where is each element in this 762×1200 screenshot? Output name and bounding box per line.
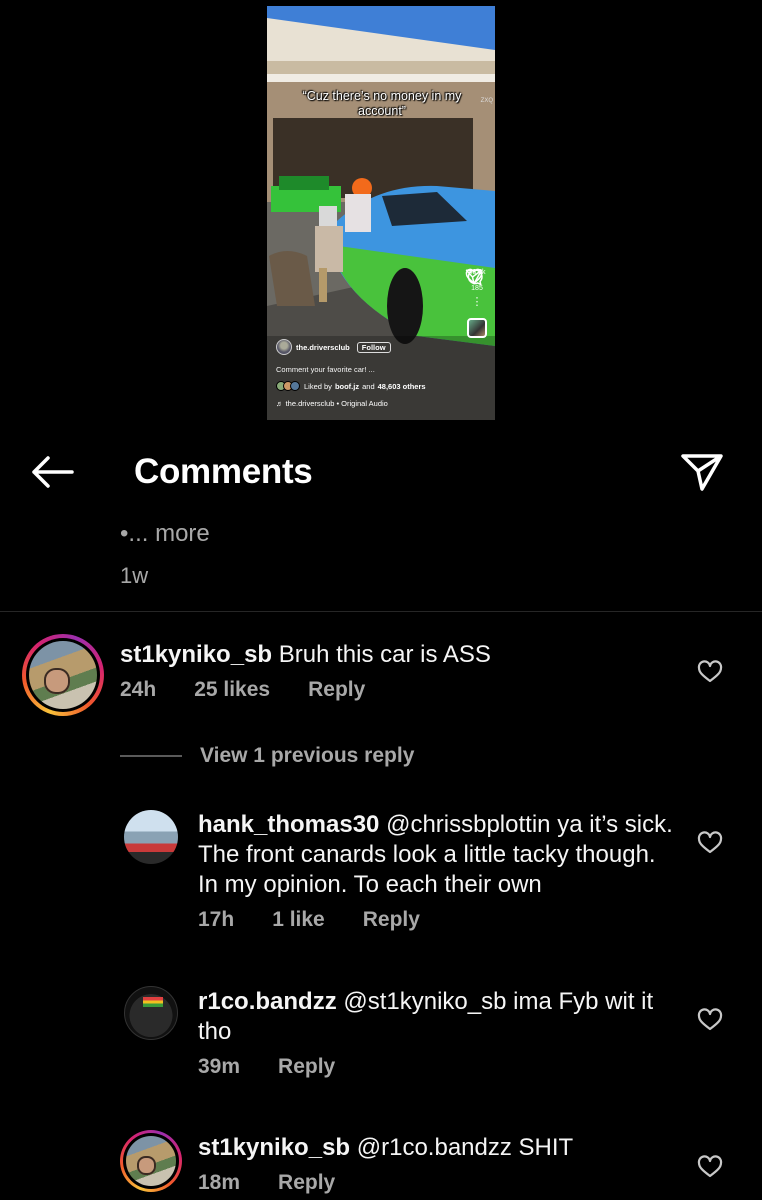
caption-more-link[interactable]: •... more — [120, 520, 210, 548]
music-note-icon: ♬ — [276, 399, 286, 408]
reply-username[interactable]: st1kyniko_sb — [198, 1134, 350, 1161]
reply-meta: 39m Reply — [198, 1055, 678, 1079]
reply-body: r1co.bandzz @st1kyniko_sb ima Fyb wit it… — [198, 987, 678, 1047]
reply-text: SHIT — [518, 1134, 574, 1161]
reply-username[interactable]: r1co.bandzz — [198, 988, 337, 1015]
video-audio-thumbnail[interactable] — [467, 318, 487, 338]
reply-item: hank_thomas30 @chrissbplottin ya it’s si… — [198, 810, 678, 932]
heart-icon[interactable] — [697, 1155, 723, 1179]
flag-icon — [143, 997, 163, 1007]
reply-meta: 17h 1 like Reply — [198, 908, 678, 932]
liked-by-mid: and — [362, 381, 375, 391]
reply-age: 39m — [198, 1055, 241, 1078]
liked-by-count[interactable]: 48,603 others — [378, 382, 426, 391]
reply-text: ya it’s — [557, 811, 619, 838]
reply-mention[interactable]: @chrissbplottin — [386, 811, 550, 838]
avatar[interactable] — [22, 634, 104, 716]
video-author-avatar[interactable] — [276, 339, 292, 355]
reply-button[interactable]: Reply — [278, 1055, 335, 1079]
comment-item: st1kyniko_sb Bruh this car is ASS 24h 25… — [120, 640, 680, 702]
avatar[interactable] — [124, 810, 178, 864]
video-watermark: ZXQ — [480, 98, 493, 104]
comment-text: Bruh this car is ASS — [278, 641, 491, 668]
liked-by-prefix: Liked by — [304, 381, 332, 391]
divider — [0, 611, 762, 612]
video-caption: “Cuz there’s no money in my account” — [302, 89, 462, 118]
comment-body: st1kyniko_sb Bruh this car is ASS — [120, 640, 680, 670]
video-share-icon[interactable] — [465, 268, 483, 286]
reply-button[interactable]: Reply — [363, 908, 420, 932]
reply-meta: 18m Reply — [198, 1171, 678, 1195]
reply-thread-line — [120, 755, 182, 757]
reply-likes[interactable]: 1 like — [272, 908, 325, 932]
avatar[interactable] — [120, 1130, 182, 1192]
video-liked-by[interactable]: Liked by boof.jz and 48,603 others — [276, 381, 466, 391]
avatar[interactable] — [124, 986, 178, 1040]
reply-mention[interactable]: @st1kyniko_sb — [343, 988, 506, 1015]
video-audio-label: the.driversclub • Original Audio — [285, 399, 388, 408]
view-previous-replies-label: View 1 previous reply — [200, 744, 415, 767]
comment-age: 24h — [120, 678, 157, 701]
video-description[interactable]: Comment your favorite car! ... — [276, 365, 466, 374]
video-preview[interactable]: “Cuz there’s no money in my account” ZXQ… — [267, 6, 495, 420]
heart-icon[interactable] — [697, 831, 723, 855]
video-author-username[interactable]: the.driversclub — [296, 343, 350, 352]
caption-age: 1w — [120, 563, 149, 588]
liked-by-avatars — [276, 381, 300, 391]
view-previous-replies-button[interactable]: View 1 previous reply — [120, 744, 414, 768]
reply-mention[interactable]: @r1co.bandzz — [357, 1134, 512, 1161]
video-follow-button[interactable]: Follow — [356, 341, 391, 353]
comment-likes[interactable]: 25 likes — [194, 678, 270, 702]
reply-item: r1co.bandzz @st1kyniko_sb ima Fyb wit it… — [198, 987, 678, 1079]
reply-body: st1kyniko_sb @r1co.bandzz SHIT — [198, 1133, 678, 1163]
comment-meta: 24h 25 likes Reply — [120, 678, 680, 702]
comments-header: Comments — [0, 440, 762, 504]
reply-button[interactable]: Reply — [308, 678, 365, 702]
video-meta: the.driversclub Follow Comment your favo… — [276, 339, 466, 408]
reply-body: hank_thomas30 @chrissbplottin ya it’s si… — [198, 810, 678, 900]
reply-username[interactable]: hank_thomas30 — [198, 811, 379, 838]
back-arrow-icon[interactable] — [28, 454, 76, 490]
page-title: Comments — [134, 452, 313, 491]
video-more-icon[interactable]: ⋮ — [472, 297, 483, 308]
liked-by-user[interactable]: boof.jz — [335, 382, 359, 391]
share-icon[interactable] — [680, 452, 724, 492]
reply-button[interactable]: Reply — [278, 1171, 335, 1195]
reply-age: 18m — [198, 1171, 241, 1194]
comment-username[interactable]: st1kyniko_sb — [120, 641, 272, 668]
heart-icon[interactable] — [697, 1008, 723, 1032]
video-audio[interactable]: ♬ the.driversclub • Original Audio — [276, 399, 466, 408]
video-comment-count: 185 — [471, 285, 483, 292]
video-action-rail: 48.6k 185 ⋮ — [465, 268, 489, 338]
reply-age: 17h — [198, 908, 235, 931]
reply-item: st1kyniko_sb @r1co.bandzz SHIT 18m Reply — [198, 1133, 678, 1195]
heart-icon[interactable] — [697, 660, 723, 684]
